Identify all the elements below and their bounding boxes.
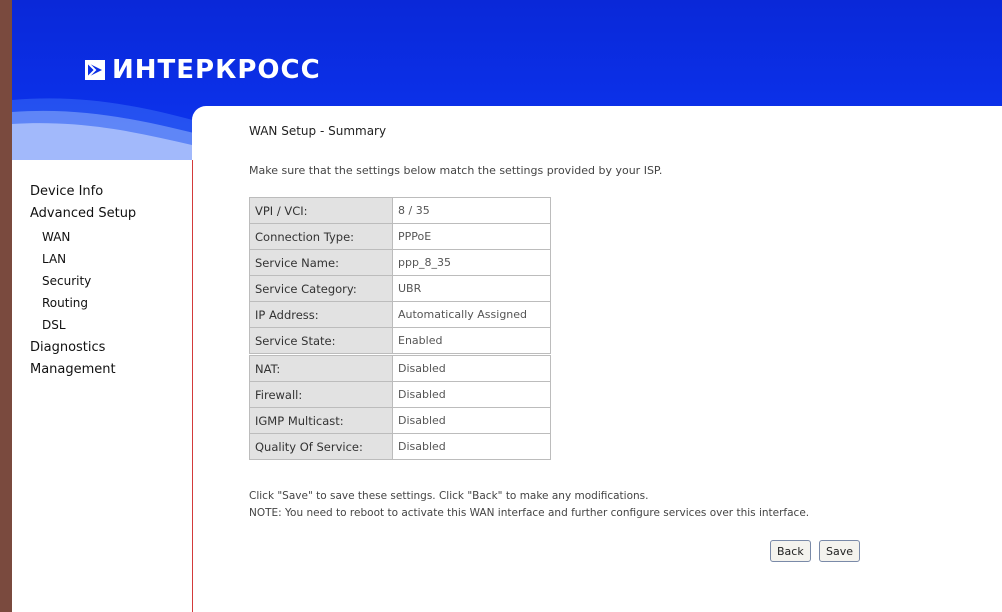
table-row: Service State: Enabled (249, 327, 551, 354)
row-value: ppp_8_35 (392, 249, 551, 276)
sidebar-item-lan[interactable]: LAN (42, 252, 66, 266)
row-label: Firewall: (249, 381, 393, 408)
table-row: NAT: Disabled (249, 355, 551, 382)
intro-text: Make sure that the settings below match … (249, 164, 663, 177)
sidebar-item-advanced-setup[interactable]: Advanced Setup (30, 206, 136, 221)
row-label: Service Category: (249, 275, 393, 302)
reboot-note: NOTE: You need to reboot to activate thi… (249, 507, 810, 519)
row-label: VPI / VCI: (249, 197, 393, 224)
row-label: Service Name: (249, 249, 393, 276)
table-row: Firewall: Disabled (249, 381, 551, 408)
row-value: 8 / 35 (392, 197, 551, 224)
row-value: Disabled (392, 355, 551, 382)
left-edge-strip (0, 0, 12, 612)
sidebar-nav: Device Info Advanced Setup WAN LAN Secur… (12, 160, 193, 612)
table-row: Connection Type: PPPoE (249, 223, 551, 250)
table-row: IP Address: Automatically Assigned (249, 301, 551, 328)
sidebar-item-wan[interactable]: WAN (42, 230, 70, 244)
sidebar-item-management[interactable]: Management (30, 362, 116, 377)
row-value: UBR (392, 275, 551, 302)
row-label: Service State: (249, 327, 393, 354)
table-row: Quality Of Service: Disabled (249, 433, 551, 460)
row-value: Disabled (392, 407, 551, 434)
brand-logo: ИНТЕРКРОСС (84, 52, 321, 88)
row-label: IGMP Multicast: (249, 407, 393, 434)
brand-mark-icon (85, 60, 105, 80)
sidebar-item-device-info[interactable]: Device Info (30, 184, 103, 199)
row-value: Automatically Assigned (392, 301, 551, 328)
sidebar-item-diagnostics[interactable]: Diagnostics (30, 340, 105, 355)
sidebar-item-routing[interactable]: Routing (42, 296, 88, 310)
row-label: Quality Of Service: (249, 433, 393, 460)
row-value: PPPoE (392, 223, 551, 250)
page-title: WAN Setup - Summary (249, 124, 387, 138)
row-value: Disabled (392, 381, 551, 408)
row-label: NAT: (249, 355, 393, 382)
back-button[interactable]: Back (770, 540, 811, 562)
table-row: VPI / VCI: 8 / 35 (249, 197, 551, 224)
instructions-note: Click "Save" to save these settings. Cli… (249, 488, 809, 522)
table-row: IGMP Multicast: Disabled (249, 407, 551, 434)
summary-table: VPI / VCI: 8 / 35 Connection Type: PPPoE… (249, 197, 551, 460)
save-back-hint: Click "Save" to save these settings. Cli… (249, 490, 649, 502)
table-row: Service Name: ppp_8_35 (249, 249, 551, 276)
brand-name: ИНТЕРКРОСС (112, 55, 321, 85)
sidebar-item-dsl[interactable]: DSL (42, 318, 66, 332)
row-label: IP Address: (249, 301, 393, 328)
table-row: Service Category: UBR (249, 275, 551, 302)
row-value: Enabled (392, 327, 551, 354)
save-button[interactable]: Save (819, 540, 861, 562)
sidebar-item-security[interactable]: Security (42, 274, 91, 288)
row-label: Connection Type: (249, 223, 393, 250)
row-value: Disabled (392, 433, 551, 460)
